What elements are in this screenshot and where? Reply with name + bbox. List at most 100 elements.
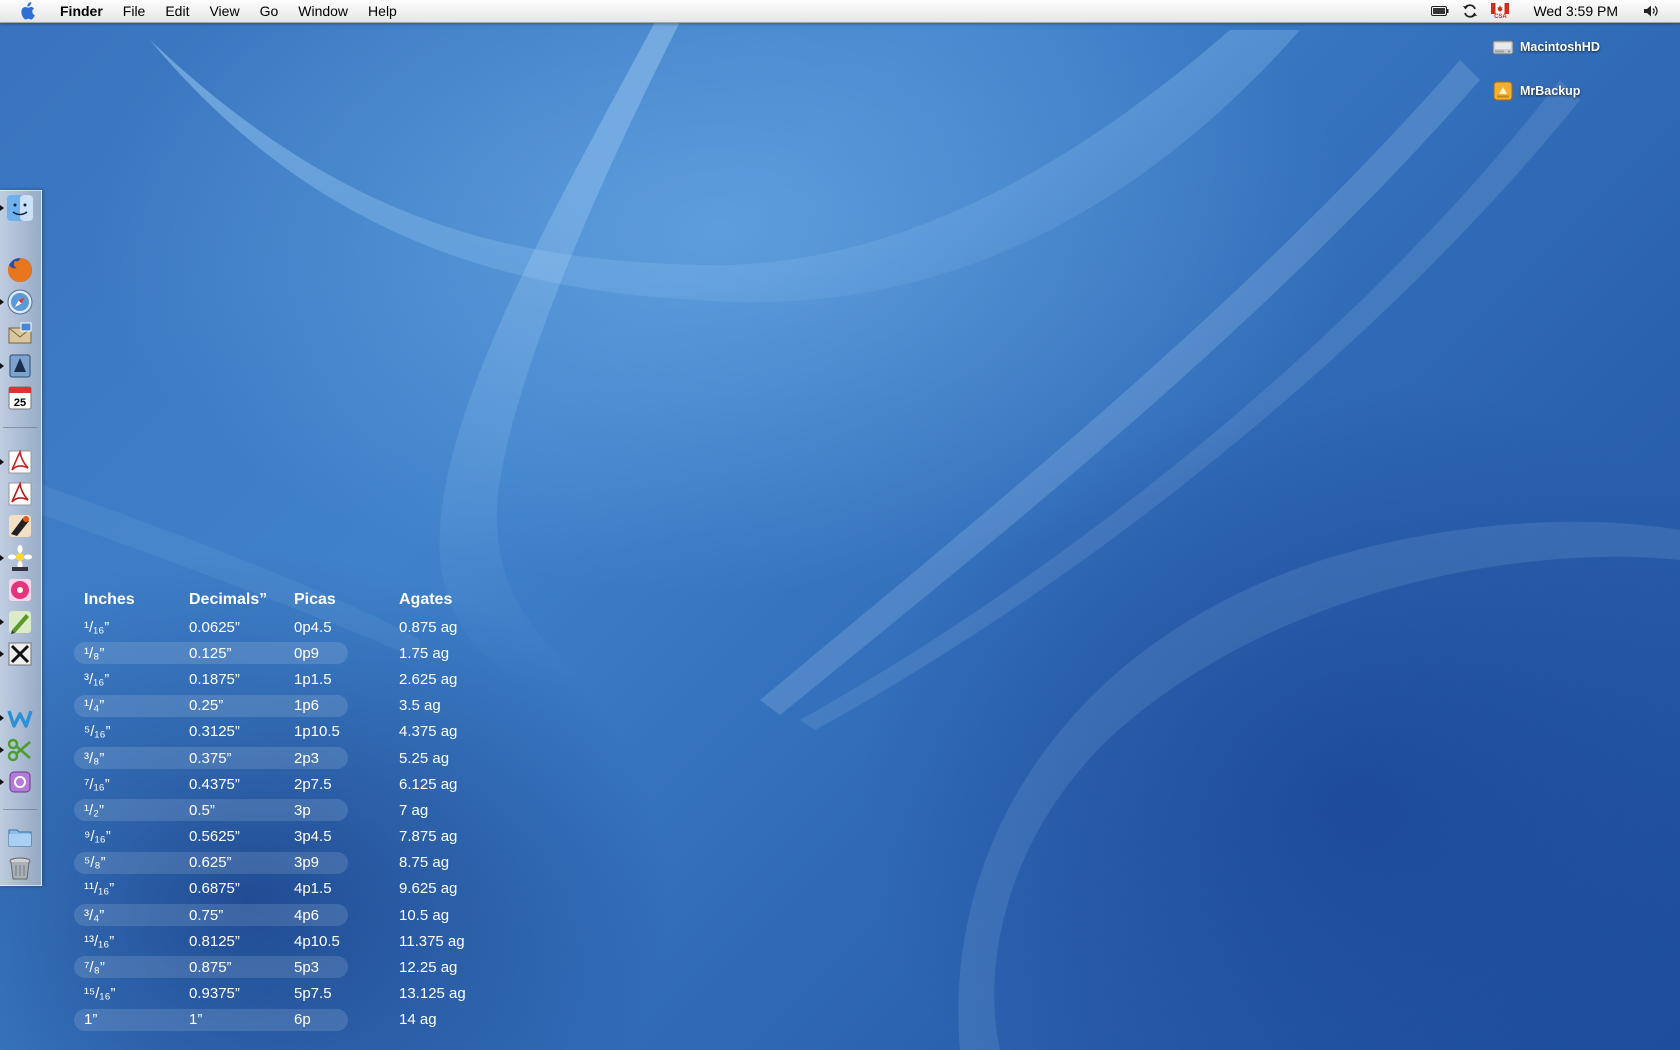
header-agates: Agates bbox=[399, 591, 453, 608]
dock-item-safari[interactable] bbox=[5, 287, 35, 317]
table-row: ³/₁₆” 0.1875” 1p1.5 2.625 ag bbox=[74, 666, 519, 692]
table-row: ¹/₂” 0.5” 3p 7 ag bbox=[74, 797, 519, 823]
running-indicator bbox=[0, 205, 4, 211]
dock-item-indesign[interactable] bbox=[5, 575, 35, 605]
dock-item-firefox[interactable] bbox=[5, 255, 35, 285]
cell-picas: 2p3 bbox=[294, 749, 320, 767]
cell-picas: 2p7.5 bbox=[294, 775, 332, 793]
cell-agates: 7.875 ag bbox=[399, 828, 458, 846]
menu-window[interactable]: Window bbox=[288, 0, 358, 22]
finder-icon bbox=[7, 195, 33, 221]
table-row: ¹/₈” 0.125” 0p9 1.75 ag bbox=[74, 640, 519, 666]
input-source-flag-icon[interactable]: CSA bbox=[1490, 0, 1510, 22]
mail-stamp-icon bbox=[8, 322, 32, 344]
cell-decimal: 0.1875” bbox=[189, 670, 240, 688]
dock-item-pen-app[interactable] bbox=[5, 607, 35, 637]
cell-inches: ¹⁵/₁₆” bbox=[84, 985, 116, 1003]
table-row: ⁷/₁₆” 0.4375” 2p7.5 6.125 ag bbox=[74, 771, 519, 797]
dock-item-dreamweaver[interactable] bbox=[5, 703, 35, 733]
table-row: ¹¹/₁₆” 0.6875” 4p1.5 9.625 ag bbox=[74, 876, 519, 902]
cell-inches: ¹/₄” bbox=[84, 697, 105, 715]
adobe-reader-icon bbox=[8, 481, 32, 506]
cell-picas: 6p bbox=[294, 1011, 311, 1029]
dock-item-finder[interactable] bbox=[5, 193, 35, 223]
table-row: ¹/₁₆” 0.0625” 0p4.5 0.875 ag bbox=[74, 614, 519, 640]
cell-decimal: 0.625” bbox=[189, 854, 232, 872]
conversion-table: Inches Decimals” Picas Agates ¹/₁₆” 0.062… bbox=[74, 588, 519, 1033]
dock-item-documents-folder[interactable] bbox=[5, 821, 35, 851]
cell-decimal: 0.8125” bbox=[189, 932, 240, 950]
table-row: ⁵/₁₆” 0.3125” 1p10.5 4.375 ag bbox=[74, 719, 519, 745]
dock-item-mail[interactable] bbox=[5, 319, 35, 349]
cell-decimal: 0.5625” bbox=[189, 828, 240, 846]
cell-agates: 2.625 ag bbox=[399, 670, 458, 688]
cell-decimal: 0.9375” bbox=[189, 985, 240, 1003]
table-row: ¹⁵/₁₆” 0.9375” 5p7.5 13.125 ag bbox=[74, 981, 519, 1007]
dock-item-ical[interactable]: 25 bbox=[5, 383, 35, 413]
hard-drive-icon bbox=[1492, 36, 1514, 58]
dock: 25 bbox=[0, 190, 42, 886]
menu-edit[interactable]: Edit bbox=[155, 0, 199, 22]
menu-go[interactable]: Go bbox=[250, 0, 289, 22]
cell-inches: ³/₈” bbox=[84, 749, 105, 767]
conversion-table-header: Inches Decimals” Picas Agates bbox=[74, 588, 519, 612]
cell-decimal: 0.75” bbox=[189, 906, 224, 924]
desktop-icon-macintoshhd[interactable]: MacintoshHD bbox=[1492, 36, 1600, 58]
folder-icon bbox=[8, 829, 32, 847]
table-row: ³/₈” 0.375” 2p3 5.25 ag bbox=[74, 745, 519, 771]
cell-inches: ⁷/₈” bbox=[84, 959, 105, 977]
running-indicator bbox=[0, 459, 4, 465]
scissors-icon bbox=[7, 738, 31, 762]
cell-inches: 1” bbox=[84, 1011, 98, 1029]
dock-item-address-book[interactable] bbox=[5, 351, 35, 381]
sync-icon[interactable] bbox=[1460, 0, 1480, 22]
menu-bar: Finder File Edit View Go Window Help CSA… bbox=[0, 0, 1680, 23]
dock-item-acrobat[interactable] bbox=[5, 447, 35, 477]
photoshop-flower-icon bbox=[8, 545, 32, 571]
dock-item-fireworks[interactable] bbox=[5, 735, 35, 765]
dock-item-quark[interactable] bbox=[5, 639, 35, 669]
menu-file[interactable]: File bbox=[113, 0, 156, 22]
cell-inches: ³/₄” bbox=[84, 906, 105, 924]
menu-help[interactable]: Help bbox=[358, 0, 407, 22]
cell-decimal: 0.6875” bbox=[189, 880, 240, 898]
dock-item-trash[interactable] bbox=[5, 853, 35, 883]
menubar-clock[interactable]: Wed 3:59 PM bbox=[1523, 0, 1628, 22]
volume-icon[interactable] bbox=[1641, 0, 1661, 22]
table-row: ¹/₄” 0.25” 1p6 3.5 ag bbox=[74, 693, 519, 719]
dock-item-illustrator[interactable] bbox=[5, 511, 35, 541]
cell-inches: ¹³/₁₆” bbox=[84, 932, 115, 950]
apple-menu-icon[interactable] bbox=[16, 0, 38, 22]
cell-picas: 4p1.5 bbox=[294, 880, 332, 898]
dock-separator bbox=[3, 427, 37, 428]
input-source-label: CSA bbox=[1494, 13, 1507, 20]
cell-agates: 7 ag bbox=[399, 801, 429, 819]
battery-icon[interactable] bbox=[1430, 0, 1450, 22]
cell-decimal: 0.375” bbox=[189, 749, 232, 767]
cell-agates: 11.375 ag bbox=[399, 932, 465, 950]
address-book-icon bbox=[9, 354, 31, 378]
cell-decimal: 0.125” bbox=[189, 644, 232, 662]
dock-item-flash[interactable] bbox=[5, 767, 35, 797]
cell-inches: ¹/₂” bbox=[84, 801, 104, 819]
xpress-icon bbox=[8, 642, 32, 666]
dock-item-adobe-reader[interactable] bbox=[5, 479, 35, 509]
dock-item-photoshop[interactable] bbox=[5, 543, 35, 573]
desktop-icon-mrbackup[interactable]: MrBackup bbox=[1492, 80, 1580, 102]
safari-compass-icon bbox=[7, 289, 33, 315]
menu-view[interactable]: View bbox=[199, 0, 249, 22]
running-indicator bbox=[0, 747, 4, 753]
table-row: ⁷/₈” 0.875” 5p3 12.25 ag bbox=[74, 954, 519, 980]
cell-picas: 1p1.5 bbox=[294, 670, 332, 688]
cell-agates: 0.875 ag bbox=[399, 618, 458, 636]
cell-agates: 4.375 ag bbox=[399, 723, 458, 741]
cell-agates: 6.125 ag bbox=[399, 775, 458, 793]
cell-picas: 1p10.5 bbox=[294, 723, 340, 741]
cell-picas: 4p10.5 bbox=[294, 932, 340, 950]
cell-picas: 0p9 bbox=[294, 644, 320, 662]
header-picas: Picas bbox=[294, 591, 336, 608]
indesign-flower-icon bbox=[9, 579, 31, 601]
cell-agates: 13.125 ag bbox=[399, 985, 466, 1003]
menu-finder[interactable]: Finder bbox=[50, 0, 113, 22]
flash-icon bbox=[9, 771, 31, 793]
